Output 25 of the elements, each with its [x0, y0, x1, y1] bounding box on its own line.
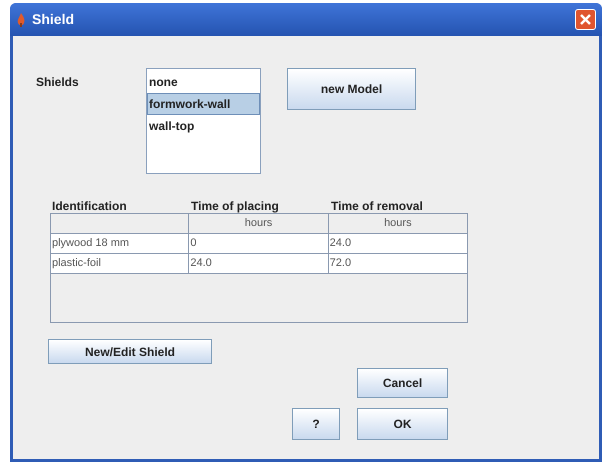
- table-cell: 0: [190, 237, 196, 249]
- table-cell: 24.0: [190, 257, 212, 269]
- shields-list[interactable]: none formwork-wall wall-top: [146, 68, 261, 174]
- close-button[interactable]: [575, 9, 596, 30]
- new-model-button[interactable]: new Model: [287, 68, 416, 110]
- help-button[interactable]: ?: [292, 408, 340, 440]
- column-header: Time of placing: [191, 199, 279, 213]
- list-item[interactable]: wall-top: [147, 115, 260, 137]
- table-cell: plywood 18 mm: [52, 237, 130, 249]
- shields-label: Shields: [36, 74, 80, 91]
- window-title: Shield: [32, 10, 74, 29]
- unit-label: hours: [384, 217, 412, 229]
- close-icon: [580, 14, 591, 25]
- flame-icon: [16, 12, 26, 26]
- ok-button[interactable]: OK: [357, 408, 448, 440]
- new-edit-shield-button[interactable]: New/Edit Shield: [48, 339, 212, 364]
- table-cell: plastic-foil: [52, 257, 101, 269]
- unit-label: hours: [244, 217, 272, 229]
- cancel-button[interactable]: Cancel: [357, 368, 448, 398]
- column-header: Identification: [52, 199, 127, 213]
- column-header: Time of removal: [331, 199, 423, 213]
- table-cell: 24.0: [330, 237, 352, 249]
- table-cell: 72.0: [330, 257, 352, 269]
- list-item[interactable]: none: [147, 71, 260, 93]
- list-item[interactable]: formwork-wall: [147, 93, 260, 115]
